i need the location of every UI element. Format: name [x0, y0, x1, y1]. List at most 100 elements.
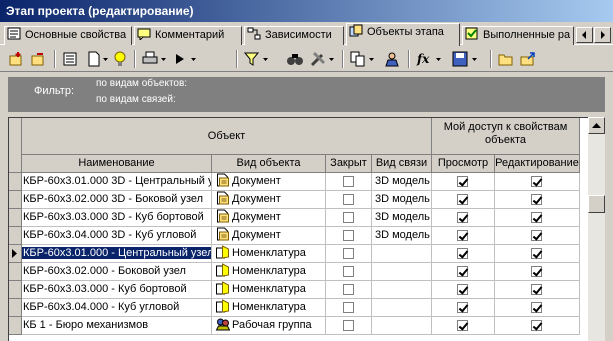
bulb-button[interactable] — [112, 50, 128, 68]
cell-object-type[interactable]: Рабочая группа — [212, 317, 326, 335]
cell-link-type[interactable]: 3D модель — [372, 227, 432, 245]
view-checkbox[interactable] — [457, 176, 468, 187]
filter-object-types[interactable]: по видам объектов: — [96, 78, 187, 89]
cell-edit[interactable] — [495, 317, 580, 335]
row-header[interactable] — [9, 263, 22, 281]
cell-name[interactable]: КБР-60х3.01.000 - Центральный узел — [22, 245, 212, 263]
column-header-edit[interactable]: Редактирование — [495, 155, 580, 173]
cell-object-type[interactable]: Номенклатура — [212, 299, 326, 317]
cell-name[interactable]: КБ 1 - Бюро механизмов — [22, 317, 212, 335]
save-button[interactable] — [452, 50, 480, 68]
edit-checkbox[interactable] — [531, 320, 542, 331]
row-header[interactable] — [9, 317, 22, 335]
closed-checkbox[interactable] — [343, 266, 354, 277]
cell-edit[interactable] — [495, 263, 580, 281]
cell-name[interactable]: КБР-60х3.02.000 3D - Боковой узел — [22, 191, 212, 209]
column-header-link[interactable]: Вид связи — [372, 155, 432, 173]
tab-stage-objects[interactable]: Объекты этапа — [346, 23, 460, 46]
cell-closed[interactable] — [326, 191, 372, 209]
cell-closed[interactable] — [326, 173, 372, 191]
view-checkbox[interactable] — [457, 212, 468, 223]
cell-link-type[interactable] — [372, 317, 432, 335]
cell-name[interactable]: КБР-60х3.04.000 - Куб угловой — [22, 299, 212, 317]
add-object-button[interactable] — [8, 50, 24, 68]
run-button[interactable] — [172, 50, 198, 68]
closed-checkbox[interactable] — [343, 212, 354, 223]
tab-comment[interactable]: Комментарий — [134, 26, 242, 45]
tab-dependencies[interactable]: Зависимости — [244, 26, 344, 45]
export-button[interactable] — [520, 50, 536, 68]
cell-link-type[interactable] — [372, 299, 432, 317]
edit-checkbox[interactable] — [531, 230, 542, 241]
view-checkbox[interactable] — [457, 248, 468, 259]
row-header[interactable] — [9, 209, 22, 227]
closed-checkbox[interactable] — [343, 302, 354, 313]
cell-view[interactable] — [432, 317, 495, 335]
cell-closed[interactable] — [326, 209, 372, 227]
cell-name[interactable]: КБР-60х3.04.000 3D - Куб угловой — [22, 227, 212, 245]
cell-object-type[interactable]: Номенклатура — [212, 263, 326, 281]
view-checkbox[interactable] — [457, 302, 468, 313]
cell-edit[interactable] — [495, 245, 580, 263]
column-header-name[interactable]: Наименование — [22, 155, 212, 173]
remove-object-button[interactable] — [30, 50, 46, 68]
cell-closed[interactable] — [326, 317, 372, 335]
cell-edit[interactable] — [495, 299, 580, 317]
cell-closed[interactable] — [326, 281, 372, 299]
cell-view[interactable] — [432, 263, 495, 281]
closed-checkbox[interactable] — [343, 176, 354, 187]
cell-object-type[interactable]: Документ — [212, 227, 326, 245]
cell-object-type[interactable]: Документ — [212, 209, 326, 227]
tab-completed-work[interactable]: Выполненные ра — [462, 26, 574, 45]
cell-closed[interactable] — [326, 263, 372, 281]
row-header[interactable] — [9, 173, 22, 191]
cell-edit[interactable] — [495, 281, 580, 299]
cell-object-type[interactable]: Документ — [212, 173, 326, 191]
closed-checkbox[interactable] — [343, 194, 354, 205]
cell-name[interactable]: КБР-60х3.01.000 3D - Центральный узел — [22, 173, 212, 191]
tab-main-properties[interactable]: Основные свойства — [4, 26, 132, 45]
row-header[interactable] — [9, 281, 22, 299]
tools-button[interactable] — [310, 50, 336, 68]
cell-view[interactable] — [432, 173, 495, 191]
edit-checkbox[interactable] — [531, 248, 542, 259]
user-access-button[interactable] — [384, 50, 402, 68]
cell-view[interactable] — [432, 245, 495, 263]
row-header[interactable] — [9, 299, 22, 317]
cell-link-type[interactable]: 3D модель — [372, 191, 432, 209]
edit-checkbox[interactable] — [531, 302, 542, 313]
scroll-up-button[interactable] — [588, 117, 605, 134]
cell-closed[interactable] — [326, 227, 372, 245]
closed-checkbox[interactable] — [343, 248, 354, 259]
cell-view[interactable] — [432, 209, 495, 227]
cell-link-type[interactable] — [372, 245, 432, 263]
cell-edit[interactable] — [495, 173, 580, 191]
cell-name[interactable]: КБР-60х3.03.000 - Куб бортовой — [22, 281, 212, 299]
column-header-type[interactable]: Вид объекта — [212, 155, 326, 173]
cell-link-type[interactable] — [372, 281, 432, 299]
cell-name[interactable]: КБР-60х3.03.000 3D - Куб бортовой — [22, 209, 212, 227]
view-checkbox[interactable] — [457, 230, 468, 241]
row-header[interactable] — [9, 227, 22, 245]
cell-closed[interactable] — [326, 299, 372, 317]
view-checkbox[interactable] — [457, 320, 468, 331]
edit-checkbox[interactable] — [531, 266, 542, 277]
find-button[interactable] — [286, 50, 304, 68]
cell-object-type[interactable]: Номенклатура — [212, 281, 326, 299]
vertical-scrollbar[interactable] — [588, 117, 605, 341]
cell-edit[interactable] — [495, 209, 580, 227]
filter-link-types[interactable]: по видам связей: — [96, 94, 176, 105]
copy-button[interactable] — [350, 50, 376, 68]
row-header[interactable] — [9, 191, 22, 209]
closed-checkbox[interactable] — [343, 284, 354, 295]
cell-link-type[interactable]: 3D модель — [372, 209, 432, 227]
cell-view[interactable] — [432, 281, 495, 299]
cell-closed[interactable] — [326, 245, 372, 263]
column-header-closed[interactable]: Закрыт — [326, 155, 372, 173]
filter-button[interactable] — [244, 50, 270, 68]
closed-checkbox[interactable] — [343, 230, 354, 241]
view-checkbox[interactable] — [457, 284, 468, 295]
cell-name[interactable]: КБР-60х3.02.000 - Боковой узел — [22, 263, 212, 281]
row-header[interactable] — [9, 245, 22, 263]
cell-object-type[interactable]: Номенклатура — [212, 245, 326, 263]
